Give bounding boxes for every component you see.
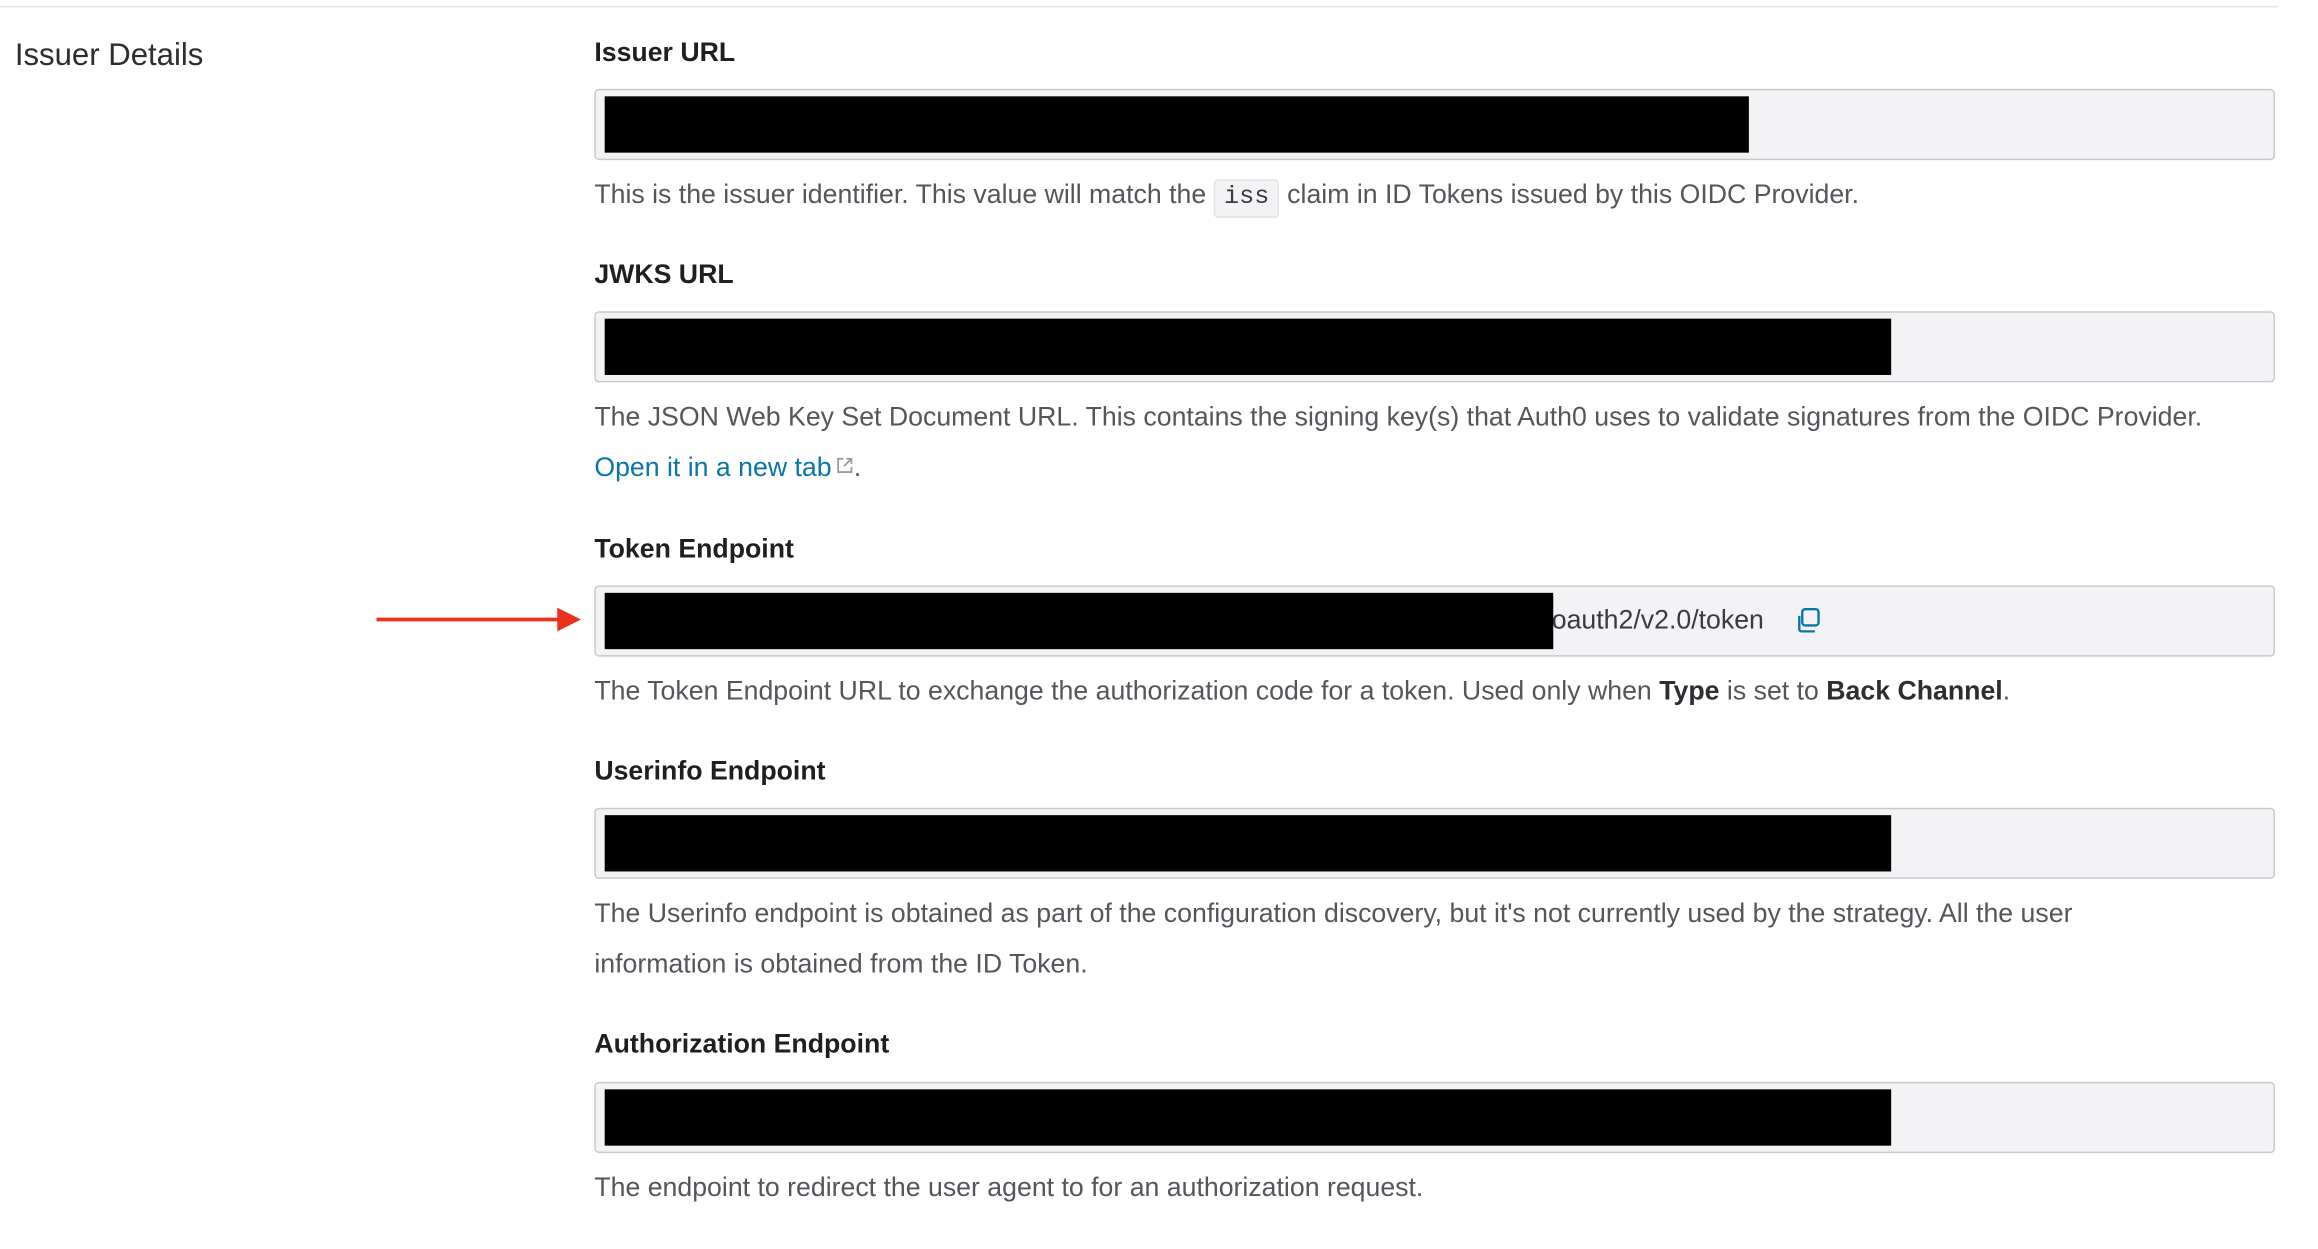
- jwks-url-help: The JSON Web Key Set Document URL. This …: [594, 391, 2284, 492]
- issuer-details-page: Issuer Details Issuer URL This is the is…: [0, 0, 2318, 1249]
- redacted-value: [604, 592, 1554, 650]
- userinfo-endpoint-field[interactable]: [594, 807, 2276, 879]
- link-text: Open it in a new tab: [594, 452, 832, 482]
- help-text: claim in ID Tokens issued by this OIDC P…: [1287, 179, 1860, 209]
- issuer-url-field[interactable]: [594, 88, 2276, 161]
- redacted-value: [604, 96, 1749, 153]
- section-title: Issuer Details: [14, 38, 204, 73]
- help-text: is set to: [1726, 675, 1819, 706]
- authorization-endpoint-field[interactable]: [594, 1081, 2276, 1154]
- iss-claim-code: iss: [1213, 179, 1280, 218]
- userinfo-endpoint-label: Userinfo Endpoint: [594, 755, 826, 786]
- help-text: The JSON Web Key Set Document URL. This …: [594, 401, 2203, 432]
- section-divider: [0, 5, 2278, 8]
- help-text: The Token Endpoint URL to exchange the a…: [594, 675, 1652, 706]
- authorization-endpoint-help: The endpoint to redirect the user agent …: [594, 1172, 1424, 1202]
- jwks-url-field[interactable]: [594, 311, 2276, 383]
- redacted-value: [604, 318, 1892, 375]
- back-channel-keyword: Back Channel: [1826, 675, 2003, 706]
- arrow-right-icon: [376, 607, 581, 632]
- help-text: .: [2002, 675, 2011, 706]
- userinfo-endpoint-help: The Userinfo endpoint is obtained as par…: [594, 898, 2073, 979]
- issuer-url-help: This is the issuer identifier. This valu…: [594, 169, 2284, 219]
- redacted-value: [604, 1089, 1892, 1146]
- authorization-endpoint-label: Authorization Endpoint: [594, 1028, 890, 1059]
- open-in-new-tab-link[interactable]: Open it in a new tab: [594, 452, 854, 482]
- link-suffix: .: [853, 452, 862, 482]
- redacted-value: [604, 815, 1892, 872]
- token-endpoint-field[interactable]: /oauth2/v2.0/token: [594, 585, 2276, 657]
- help-text: This is the issuer identifier. This valu…: [594, 179, 1207, 209]
- jwks-url-label: JWKS URL: [594, 259, 734, 290]
- token-endpoint-help: The Token Endpoint URL to exchange the a…: [594, 665, 2284, 715]
- external-link-icon: [837, 457, 853, 473]
- copy-icon[interactable]: [1793, 606, 1823, 636]
- type-keyword: Type: [1659, 675, 1720, 706]
- token-endpoint-value: /oauth2/v2.0/token: [1544, 604, 1764, 635]
- token-endpoint-label: Token Endpoint: [594, 533, 794, 564]
- issuer-url-label: Issuer URL: [594, 37, 736, 67]
